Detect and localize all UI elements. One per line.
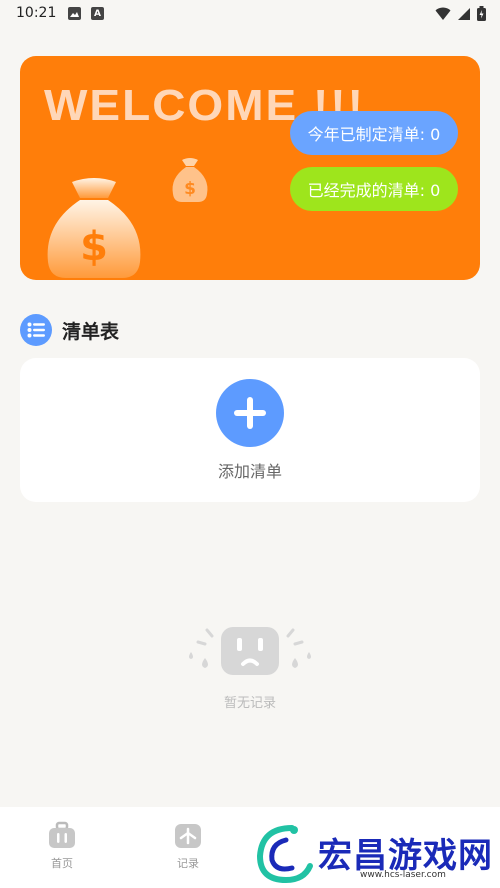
tab-home[interactable]: 首页 (32, 821, 92, 871)
record-icon (175, 824, 201, 848)
add-list-label[interactable]: 添加清单 (20, 458, 480, 482)
status-bar: 10:21 A (0, 0, 500, 30)
empty-sad-socket-icon (189, 627, 311, 675)
battery-icon (477, 6, 486, 21)
section-title: 清单表 (62, 320, 120, 343)
wifi-icon (435, 7, 451, 20)
planned-count-badge: 今年已制定清单: 0 (290, 111, 458, 155)
svg-text:$: $ (184, 179, 196, 199)
completed-count-badge: 已经完成的清单: 0 (290, 167, 458, 211)
gallery-notification-icon (68, 7, 81, 20)
status-time: 10:21 (16, 5, 57, 21)
suitcase-icon (49, 821, 75, 848)
tab-record[interactable]: 记录 (158, 821, 218, 871)
add-list-button[interactable] (216, 379, 284, 447)
stats-banner: WELCOME !!! $ $ 今年已制定清单: 0 已经完成的清单: 0 (20, 56, 480, 280)
section-header: 清单表 (20, 314, 119, 346)
empty-state-text: 暂无记录 (223, 696, 276, 711)
watermark-url: www.hcs-laser.com (360, 870, 446, 880)
watermark: 宏昌游戏网 www.hcs-laser.com (250, 818, 500, 888)
tab-home-label: 首页 (51, 857, 73, 870)
tab-record-label: 记录 (177, 857, 199, 870)
svg-text:$: $ (80, 224, 108, 270)
plus-icon (234, 397, 266, 429)
small-money-bag-icon: $ (172, 158, 208, 202)
signal-icon (458, 7, 470, 20)
add-list-card[interactable]: 添加清单 (20, 358, 480, 502)
list-icon (20, 314, 52, 346)
text-notification-icon: A (91, 7, 104, 20)
money-bag-icon: $ (47, 178, 141, 278)
dragon-logo-icon (256, 825, 313, 884)
